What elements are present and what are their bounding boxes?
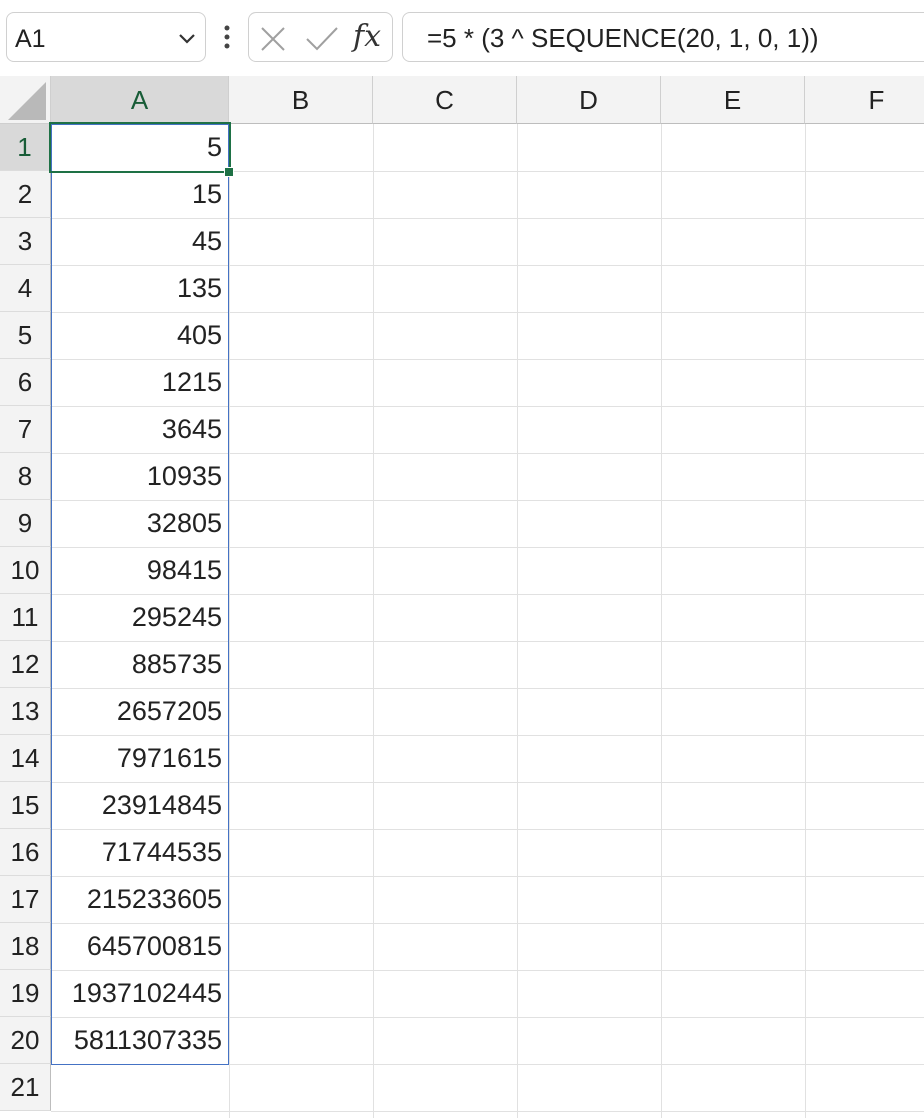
cell-a10[interactable]: 98415 bbox=[51, 547, 228, 594]
cell-a21[interactable] bbox=[51, 1064, 228, 1111]
cell-a20[interactable]: 5811307335 bbox=[51, 1017, 228, 1064]
cell-a9[interactable]: 32805 bbox=[51, 500, 228, 547]
cell-a11[interactable]: 295245 bbox=[51, 594, 228, 641]
cell-a2[interactable]: 15 bbox=[51, 171, 228, 218]
cell-a16[interactable]: 71744535 bbox=[51, 829, 228, 876]
cell-a17[interactable]: 215233605 bbox=[51, 876, 228, 923]
cell-a14[interactable]: 7971615 bbox=[51, 735, 228, 782]
cell-a5[interactable]: 405 bbox=[51, 312, 228, 359]
cell-a15[interactable]: 23914845 bbox=[51, 782, 228, 829]
cell-a3[interactable]: 45 bbox=[51, 218, 228, 265]
cell-a4[interactable]: 135 bbox=[51, 265, 228, 312]
fill-handle[interactable] bbox=[224, 167, 234, 177]
cell-a13[interactable]: 2657205 bbox=[51, 688, 228, 735]
cell-a12[interactable]: 885735 bbox=[51, 641, 228, 688]
cell-a19[interactable]: 1937102445 bbox=[51, 970, 228, 1017]
cell-a6[interactable]: 1215 bbox=[51, 359, 228, 406]
cell-a7[interactable]: 3645 bbox=[51, 406, 228, 453]
cell-a8[interactable]: 10935 bbox=[51, 453, 228, 500]
cell-a18[interactable]: 645700815 bbox=[51, 923, 228, 970]
cell-a1[interactable]: 5 bbox=[51, 124, 228, 171]
